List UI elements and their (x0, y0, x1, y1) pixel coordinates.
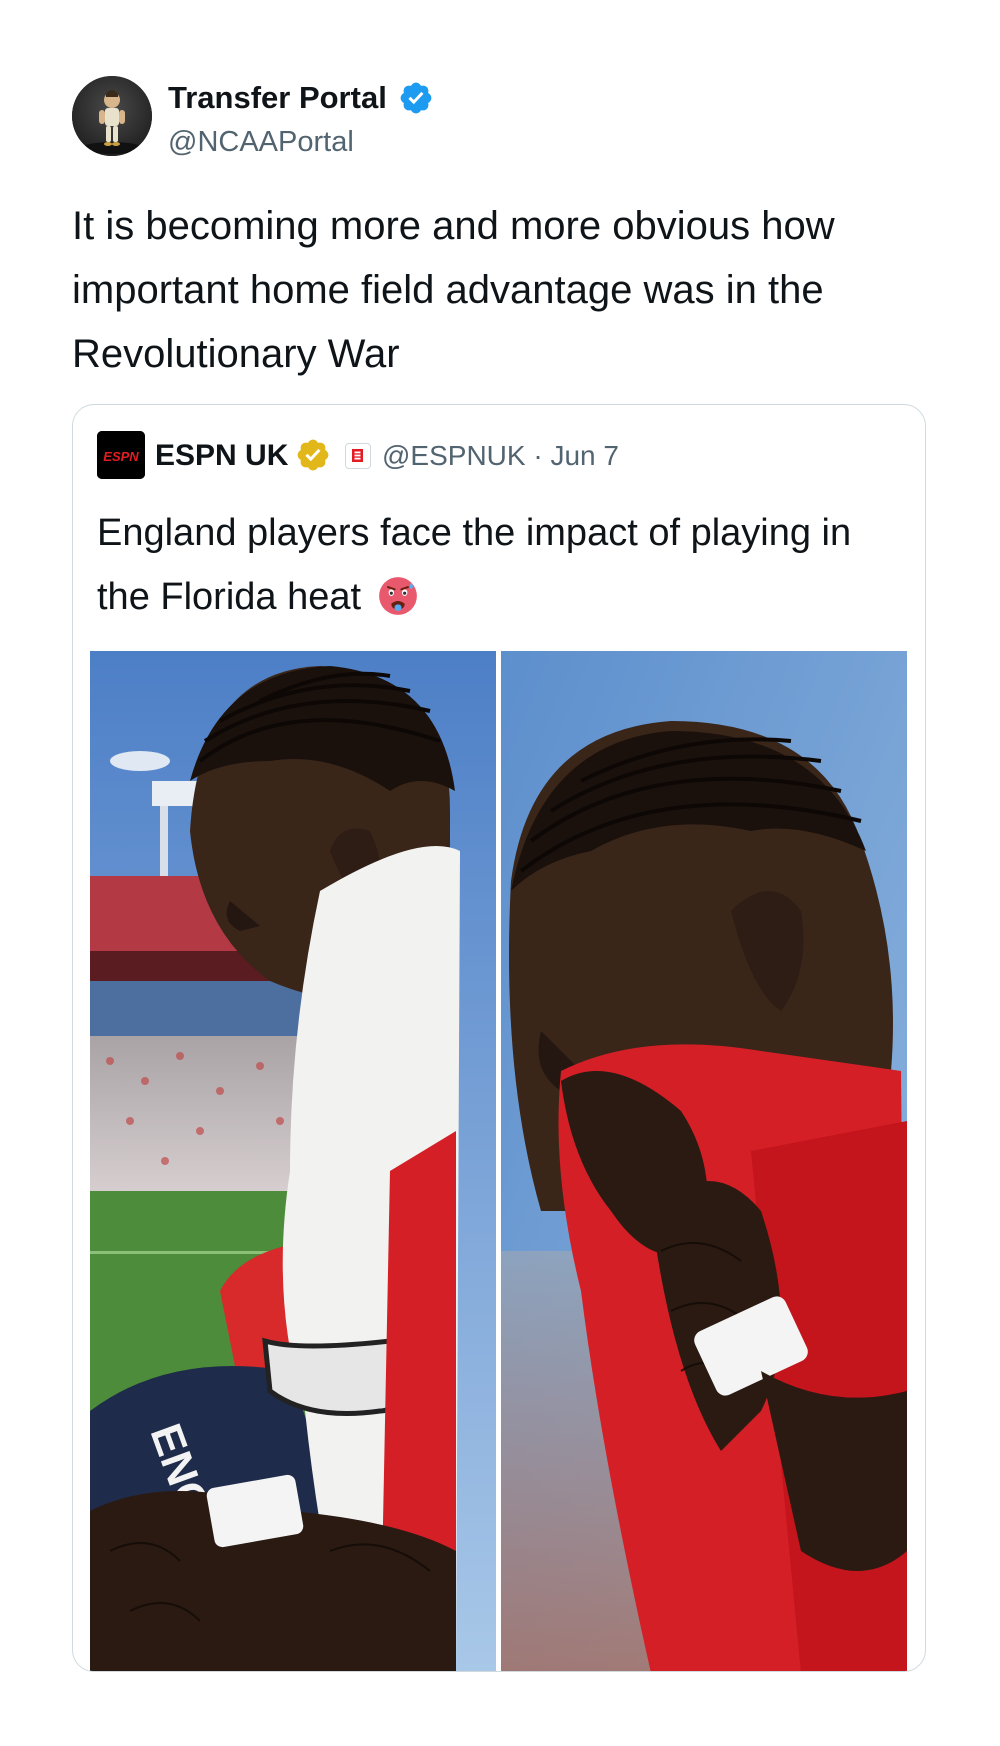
quoted-author-name[interactable]: ESPN UK (155, 439, 288, 473)
quoted-tweet-text: England players face the impact of playi… (97, 501, 897, 629)
author-name[interactable]: Transfer Portal (168, 80, 387, 116)
author-handle[interactable]: @NCAAPortal (168, 126, 354, 159)
player-wiping-face-with-towel-photo: ENGLAND (90, 651, 496, 1671)
photo-player-towel[interactable]: ENGLAND (90, 651, 496, 1671)
espn-affiliate-badge-icon[interactable] (345, 443, 371, 469)
quoted-text-body: England players face the impact of playi… (97, 512, 852, 618)
espn-logo-text: ESPN (103, 449, 139, 464)
author-avatar[interactable] (72, 76, 152, 156)
quoted-handle-date[interactable]: @ESPNUK · Jun 7 (382, 440, 619, 472)
tweet-text: It is becoming more and more obvious how… (72, 204, 835, 376)
tweet: Transfer Portal @NCAAPortal It is becomi… (0, 0, 1000, 1746)
avatar-image (72, 76, 152, 156)
espn-logo-icon[interactable]: ESPN (97, 431, 145, 479)
hot-face-emoji-icon (378, 577, 417, 615)
quoted-tweet-media: ENGLAND (90, 651, 907, 1671)
photo-player-shirt[interactable] (501, 651, 907, 1671)
verified-badge-icon (400, 82, 432, 114)
quoted-tweet-card[interactable]: ESPN ESPN UK @ESPNUK · Jun 7 England pla… (72, 404, 926, 1672)
gold-verified-badge-icon (297, 439, 329, 471)
player-wiping-face-with-shirt-photo (501, 651, 907, 1671)
